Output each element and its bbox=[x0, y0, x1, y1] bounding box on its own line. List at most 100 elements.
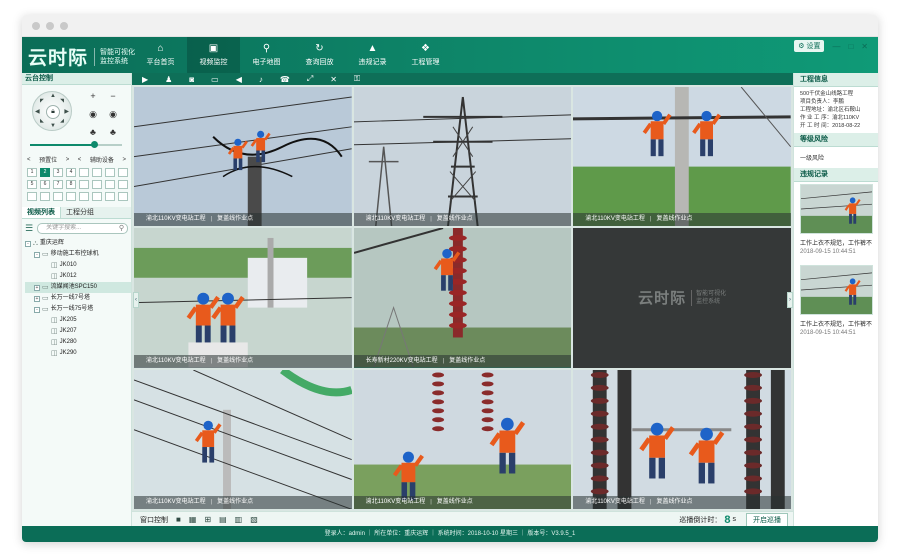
tree-node[interactable]: - ▭ 长万一线75号塔 bbox=[25, 304, 131, 315]
tree-node[interactable]: - ⛬ 重庆运辉 bbox=[25, 238, 131, 249]
preset-button[interactable] bbox=[105, 192, 115, 201]
preset-button[interactable] bbox=[92, 180, 102, 189]
preset-next-icon[interactable]: > bbox=[66, 157, 70, 163]
tree-node[interactable]: ◫ JK207 bbox=[25, 326, 131, 337]
tree-toggle-icon[interactable]: - bbox=[25, 240, 31, 247]
nav-item-map-pin[interactable]: ⚲ 电子地图 bbox=[240, 37, 293, 73]
preset-button[interactable] bbox=[79, 180, 89, 189]
arrow-down-right-icon[interactable]: ◢ bbox=[60, 118, 64, 124]
video-cell[interactable]: 渝北110KV变电站工程 | 复盖线作业点 bbox=[353, 87, 572, 227]
ptz-speed-slider[interactable] bbox=[30, 141, 122, 148]
tree-node[interactable]: ◫ JK280 bbox=[25, 337, 131, 348]
violation-snapshot[interactable] bbox=[800, 265, 873, 315]
tree-node[interactable]: ◫ JK012 bbox=[25, 271, 131, 282]
tree-node[interactable]: + ▭ 流媒闻池SPC150 bbox=[25, 282, 131, 293]
users-icon[interactable]: ♟ bbox=[165, 75, 172, 84]
lock-icon[interactable]: ⚿ bbox=[354, 74, 360, 84]
preset-button[interactable]: 3 bbox=[53, 168, 63, 177]
tree-toggle-icon[interactable]: + bbox=[34, 284, 40, 291]
video-cell[interactable]: 渝北110KV变电站工程 | 复盖线作业点 bbox=[353, 369, 572, 509]
ptz-direction-pad[interactable]: ▲ ▼ ◀ ▶ ◤ ◥ ◣ ◢ 🔒︎ bbox=[32, 91, 72, 131]
preset-button[interactable]: 1 bbox=[27, 168, 37, 177]
arrow-down-icon[interactable]: ▼ bbox=[50, 123, 56, 129]
preset-button[interactable] bbox=[118, 192, 128, 201]
layout-16-icon[interactable]: ▤ bbox=[219, 515, 227, 524]
close-icon[interactable]: ✕ bbox=[861, 42, 868, 51]
window-dot-icon[interactable] bbox=[60, 21, 68, 30]
preset-button[interactable] bbox=[92, 192, 102, 201]
preset-button[interactable]: 6 bbox=[40, 180, 50, 189]
iris-close-icon[interactable]: ♣ bbox=[106, 127, 120, 138]
minimize-icon[interactable]: — bbox=[832, 42, 840, 51]
arrow-right-icon[interactable]: ▶ bbox=[64, 108, 69, 115]
play-icon[interactable]: ▶ bbox=[142, 75, 148, 84]
nav-item-home[interactable]: ⌂ 平台首页 bbox=[134, 37, 187, 73]
snapshot-icon[interactable]: ◙ bbox=[189, 75, 194, 84]
phone-icon[interactable]: ☎ bbox=[280, 75, 290, 84]
preset-button[interactable] bbox=[53, 192, 63, 201]
mic-icon[interactable]: ♪ bbox=[259, 75, 263, 84]
tree-node[interactable]: ◫ JK290 bbox=[25, 348, 131, 359]
collapse-left-icon[interactable]: ‹ bbox=[133, 292, 139, 308]
arrow-left-icon[interactable]: ◀ bbox=[35, 108, 40, 115]
preset-button[interactable] bbox=[40, 192, 50, 201]
preset-prev-icon[interactable]: < bbox=[27, 157, 31, 163]
iris-open-icon[interactable]: ♣ bbox=[86, 127, 100, 138]
focus-near-icon[interactable]: ◉ bbox=[86, 109, 100, 120]
preset-button[interactable] bbox=[105, 180, 115, 189]
maximize-icon[interactable]: □ bbox=[848, 42, 853, 51]
video-cell[interactable]: 渝北110KV变电站工程 | 复盖线作业点 bbox=[134, 228, 352, 368]
violation-snapshot[interactable] bbox=[800, 184, 873, 234]
video-cell[interactable]: 渝北110KV变电站工程 | 复盖线作业点 bbox=[134, 87, 352, 227]
nav-item-camera[interactable]: ▣ 视频监控 bbox=[187, 37, 240, 73]
aux-next-icon[interactable]: > bbox=[122, 157, 126, 163]
preset-button[interactable]: 4 bbox=[66, 168, 76, 177]
video-cell[interactable]: 渝北110KV变电站工程 | 复盖线作业点 bbox=[134, 369, 352, 509]
video-cell[interactable]: 长寿新村220KV变电站工程 | 复盖线作业点 bbox=[353, 228, 572, 368]
arrow-up-right-icon[interactable]: ◥ bbox=[60, 98, 64, 104]
preset-button[interactable] bbox=[79, 168, 89, 177]
zoom-in-icon[interactable]: + bbox=[86, 91, 100, 102]
video-cell[interactable]: 云时际 智能可视化 监控系统 bbox=[573, 228, 791, 368]
layout-4-icon[interactable]: ▦ bbox=[189, 515, 197, 524]
tree-node[interactable]: + ▭ 长万一线7号塔 bbox=[25, 293, 131, 304]
window-dot-icon[interactable] bbox=[46, 21, 54, 30]
preset-button[interactable] bbox=[79, 192, 89, 201]
preset-button[interactable]: 5 bbox=[27, 180, 37, 189]
nav-item-replay[interactable]: ↻ 查询回放 bbox=[293, 37, 346, 73]
preset-button[interactable] bbox=[27, 192, 37, 201]
ptz-lock-icon[interactable]: 🔒︎ bbox=[46, 105, 60, 119]
preset-button[interactable]: 8 bbox=[66, 180, 76, 189]
monitor-icon[interactable]: ▭ bbox=[211, 75, 219, 84]
menu-icon[interactable]: ☰ bbox=[25, 223, 33, 234]
search-icon[interactable]: ⚲ bbox=[119, 224, 124, 233]
layout-more-icon[interactable]: ▧ bbox=[250, 515, 258, 524]
arrow-up-left-icon[interactable]: ◤ bbox=[40, 98, 44, 104]
preset-button[interactable]: 2 bbox=[40, 168, 50, 177]
video-cell[interactable]: 渝北110KV变电站工程 | 复盖线作业点 bbox=[573, 87, 791, 227]
tab-project-group[interactable]: 工程分组 bbox=[61, 207, 99, 218]
preset-button[interactable] bbox=[92, 168, 102, 177]
layout-custom-icon[interactable]: ▥ bbox=[235, 515, 243, 524]
layout-1-icon[interactable]: ■ bbox=[176, 515, 181, 524]
zoom-out-icon[interactable]: − bbox=[106, 91, 120, 102]
tree-toggle-icon[interactable]: - bbox=[34, 251, 40, 258]
tree-node[interactable]: ◫ JK010 bbox=[25, 260, 131, 271]
preset-button[interactable] bbox=[118, 168, 128, 177]
tree-toggle-icon[interactable]: - bbox=[34, 306, 40, 313]
aux-prev-icon[interactable]: < bbox=[78, 157, 82, 163]
search-input[interactable]: 关键字搜索... ⚲ bbox=[37, 223, 128, 234]
tree-toggle-icon[interactable]: + bbox=[34, 295, 40, 302]
preset-button[interactable] bbox=[66, 192, 76, 201]
fullscreen-icon[interactable]: ⤢ bbox=[307, 74, 313, 84]
tree-node[interactable]: ◫ JK205 bbox=[25, 315, 131, 326]
preset-button[interactable] bbox=[105, 168, 115, 177]
slider-knob[interactable] bbox=[91, 141, 99, 148]
nav-item-warning[interactable]: ▲ 违规记录 bbox=[346, 37, 399, 73]
arrow-down-left-icon[interactable]: ◣ bbox=[40, 118, 44, 124]
nav-item-settings[interactable]: ❖ 工程管理 bbox=[399, 37, 452, 73]
close-all-icon[interactable]: ✕ bbox=[330, 75, 337, 84]
focus-far-icon[interactable]: ◉ bbox=[106, 109, 120, 120]
preset-button[interactable] bbox=[118, 180, 128, 189]
start-patrol-button[interactable]: 开启巡播 bbox=[746, 512, 788, 527]
